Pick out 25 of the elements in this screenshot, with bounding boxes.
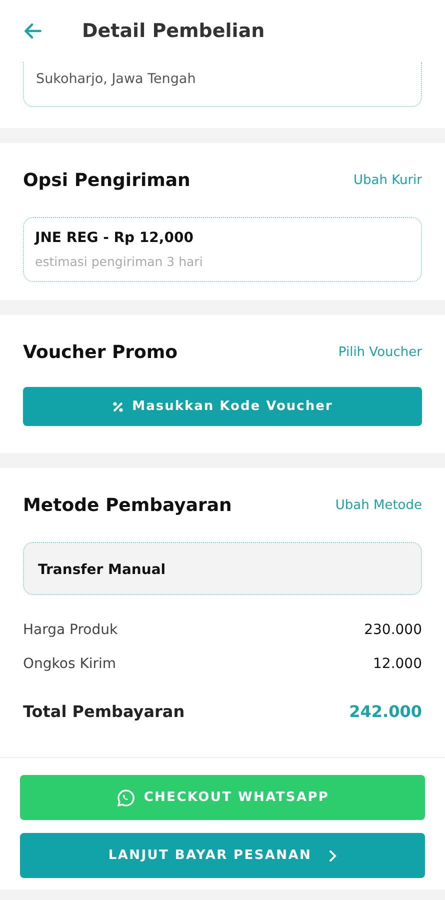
price-value: 12.000 [373,656,422,672]
change-method-link[interactable]: Ubah Metode [335,498,422,512]
continue-payment-button[interactable]: LANJUT BAYAR PESANAN [20,833,425,878]
courier-card[interactable]: JNE REG - Rp 12,000 estimasi pengiriman 3 hari [23,217,422,282]
page-title: Detail Pembelian [82,20,265,42]
percent-icon [112,400,124,412]
total-value: 242.000 [349,702,422,720]
whatsapp-checkout-button[interactable]: CHECKOUT WHATSAPP [20,775,425,820]
chat-bubble-icon [116,788,136,808]
total-label: Total Pembayaran [23,702,185,720]
courier-name: JNE REG - Rp 12,000 [35,230,194,246]
section-title: Voucher Promo [23,342,178,362]
section-title: Metode Pembayaran [23,494,232,516]
chevron-right-icon [328,848,337,862]
section-title: Opsi Pengiriman [23,170,190,190]
payment-method-card[interactable]: Transfer Manual [23,542,422,595]
payment-method: Transfer Manual [38,562,166,578]
price-label: Harga Produk [23,622,118,638]
delivery-estimate: estimasi pengiriman 3 hari [35,254,204,269]
choose-voucher-link[interactable]: Pilih Voucher [338,344,422,360]
change-courier-link[interactable]: Ubah Kurir [353,172,422,188]
address-text: Sukoharjo, Jawa Tengah [36,71,196,87]
voucher-code-button[interactable]: Masukkan Kode Voucher [23,387,422,426]
price-value: 230.000 [364,622,422,638]
price-label: Ongkos Kirim [23,656,116,672]
